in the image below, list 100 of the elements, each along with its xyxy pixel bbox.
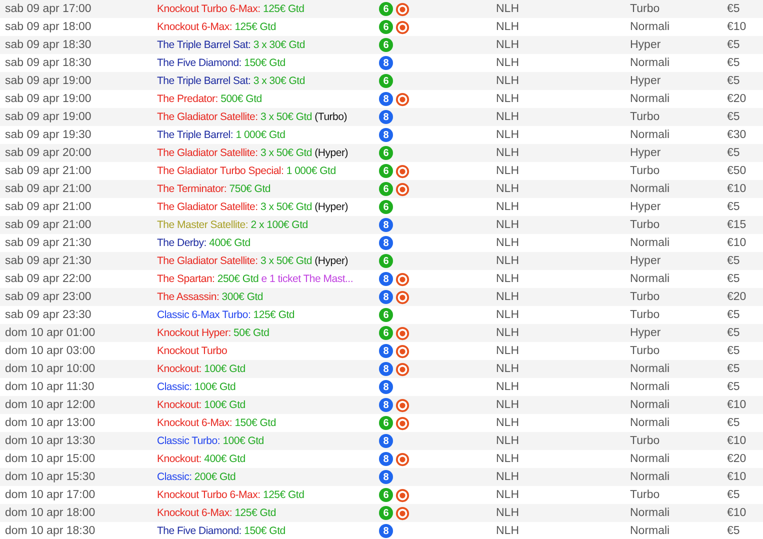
speed-cell: Turbo (630, 435, 660, 447)
date-cell: sab 09 apr 19:00 (5, 93, 92, 105)
speed-cell: Normali (630, 57, 670, 69)
tournament-name[interactable]: The Assassin: 300€ Gtd (157, 291, 263, 303)
tournament-name[interactable]: The Terminator: 750€ Gtd (157, 183, 270, 195)
date-cell: dom 10 apr 17:00 (5, 489, 96, 501)
tournament-name[interactable]: The Gladiator Turbo Special: 1 000€ Gtd (157, 165, 336, 177)
tournament-name[interactable]: Knockout Turbo 6-Max: 125€ Gtd (157, 489, 304, 501)
date-cell: sab 09 apr 19:00 (5, 75, 92, 87)
buyin-cell: €20 (727, 291, 746, 303)
seats-badge: 8 (379, 128, 393, 142)
speed-cell: Normali (630, 507, 670, 519)
buyin-cell: €10 (727, 399, 746, 411)
tournament-name[interactable]: Classic Turbo: 100€ Gtd (157, 435, 264, 447)
tournament-name[interactable]: Knockout 6-Max: 150€ Gtd (157, 417, 276, 429)
date-cell: sab 09 apr 19:00 (5, 111, 92, 123)
buyin-cell: €10 (727, 435, 746, 447)
buyin-cell: €20 (727, 453, 746, 465)
tournament-name[interactable]: The Five Diamond: 150€ Gtd (157, 57, 286, 69)
date-cell: dom 10 apr 03:00 (5, 345, 96, 357)
tournament-name[interactable]: The Five Diamond: 150€ Gtd (157, 525, 286, 537)
tournament-name[interactable]: The Derby: 400€ Gtd (157, 237, 250, 249)
game-cell: NLH (496, 219, 520, 231)
game-cell: NLH (496, 183, 520, 195)
buyin-cell: €5 (727, 327, 740, 339)
tournament-name[interactable]: The Spartan: 250€ Gtd e 1 ticket The Mast... (157, 273, 354, 285)
seats-badge: 6 (379, 506, 393, 520)
game-cell: NLH (496, 489, 520, 501)
tournament-name[interactable]: The Triple Barrel: 1 000€ Gtd (157, 129, 286, 141)
tournament-name[interactable]: Knockout: 100€ Gtd (157, 363, 246, 375)
date-cell: sab 09 apr 21:00 (5, 165, 92, 177)
seats-badge: 8 (379, 434, 393, 448)
buyin-cell: €5 (727, 345, 740, 357)
tournament-name[interactable]: The Gladiator Satellite: 3 x 50€ Gtd (Hyper) (157, 147, 348, 159)
speed-cell: Normali (630, 93, 670, 105)
tournament-name[interactable]: Knockout Hyper: 50€ Gtd (157, 327, 270, 339)
buyin-cell: €5 (727, 3, 740, 15)
buyin-cell: €5 (727, 111, 740, 123)
date-cell: dom 10 apr 12:00 (5, 399, 96, 411)
seats-badge: 6 (379, 20, 393, 34)
game-cell: NLH (496, 273, 520, 285)
seats-badge: 8 (379, 398, 393, 412)
seats-badge: 8 (379, 344, 393, 358)
game-cell: NLH (496, 399, 520, 411)
speed-cell: Normali (630, 381, 670, 393)
tournament-name[interactable]: Knockout 6-Max: 125€ Gtd (157, 21, 276, 33)
game-cell: NLH (496, 291, 520, 303)
tournament-name[interactable]: The Gladiator Satellite: 3 x 50€ Gtd (Hyper) (157, 201, 348, 213)
seats-badge: 6 (379, 326, 393, 340)
tournament-name[interactable]: The Triple Barrel Sat: 3 x 30€ Gtd (157, 75, 305, 87)
date-cell: sab 09 apr 21:00 (5, 183, 92, 195)
speed-cell: Turbo (630, 111, 660, 123)
buyin-cell: €10 (727, 507, 746, 519)
speed-cell: Normali (630, 273, 670, 285)
buyin-cell: €10 (727, 471, 746, 483)
game-cell: NLH (496, 255, 520, 267)
speed-cell: Normali (630, 453, 670, 465)
speed-cell: Turbo (630, 3, 660, 15)
tournament-name[interactable]: Knockout Turbo (157, 345, 228, 357)
tournament-name[interactable]: The Triple Barrel Sat: 3 x 30€ Gtd (157, 39, 305, 51)
seats-badge: 6 (379, 182, 393, 196)
buyin-cell: €50 (727, 165, 746, 177)
buyin-cell: €20 (727, 93, 746, 105)
game-cell: NLH (496, 165, 520, 177)
date-cell: sab 09 apr 23:30 (5, 309, 92, 321)
tournament-name[interactable]: The Gladiator Satellite: 3 x 50€ Gtd (Turbo) (157, 111, 347, 123)
speed-cell: Hyper (630, 75, 661, 87)
date-cell: sab 09 apr 21:00 (5, 219, 92, 231)
speed-cell: Normali (630, 363, 670, 375)
tournament-name[interactable]: Knockout: 100€ Gtd (157, 399, 246, 411)
seats-badge: 6 (379, 308, 393, 322)
seats-badge: 8 (379, 236, 393, 250)
tournament-name[interactable]: The Gladiator Satellite: 3 x 50€ Gtd (Hyper) (157, 255, 348, 267)
game-cell: NLH (496, 525, 520, 537)
tournament-name[interactable]: Knockout 6-Max: 125€ Gtd (157, 507, 276, 519)
speed-cell: Normali (630, 471, 670, 483)
game-cell: NLH (496, 507, 520, 519)
tournament-name[interactable]: The Master Satellite: 2 x 100€ Gtd (157, 219, 308, 231)
buyin-cell: €5 (727, 75, 740, 87)
game-cell: NLH (496, 147, 520, 159)
tournament-name[interactable]: Knockout: 400€ Gtd (157, 453, 246, 465)
buyin-cell: €30 (727, 129, 746, 141)
seats-badge: 6 (379, 416, 393, 430)
date-cell: sab 09 apr 21:30 (5, 255, 92, 267)
game-cell: NLH (496, 327, 520, 339)
buyin-cell: €5 (727, 39, 740, 51)
date-cell: dom 10 apr 13:30 (5, 435, 96, 447)
seats-badge: 6 (379, 38, 393, 52)
date-cell: dom 10 apr 11:30 (5, 381, 94, 393)
tournament-name[interactable]: Knockout Turbo 6-Max: 125€ Gtd (157, 3, 304, 15)
date-cell: sab 09 apr 21:30 (5, 237, 92, 249)
seats-badge: 6 (379, 200, 393, 214)
tournament-name[interactable]: Classic: 100€ Gtd (157, 381, 236, 393)
tournament-name[interactable]: Classic: 200€ Gtd (157, 471, 236, 483)
buyin-cell: €5 (727, 147, 740, 159)
tournament-name[interactable]: Classic 6-Max Turbo: 125€ Gtd (157, 309, 294, 321)
tournament-name[interactable]: The Predator: 500€ Gtd (157, 93, 262, 105)
date-cell: sab 09 apr 18:30 (5, 39, 92, 51)
game-cell: NLH (496, 417, 520, 429)
game-cell: NLH (496, 345, 520, 357)
